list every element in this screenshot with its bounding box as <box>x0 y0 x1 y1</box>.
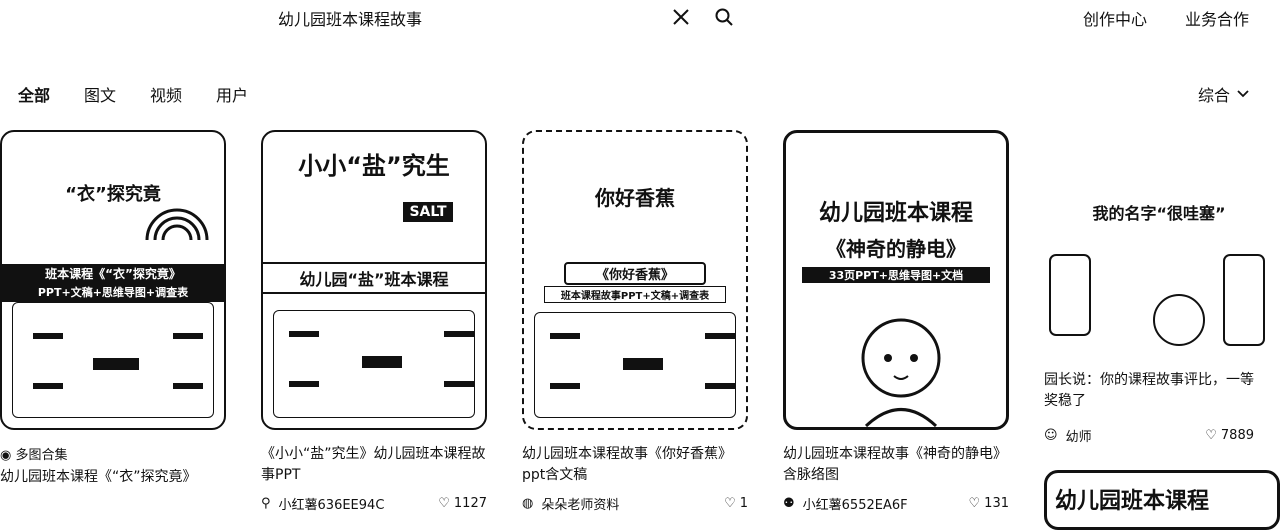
character-illustrations <box>1049 254 1265 346</box>
note-card[interactable]: 小小“盐”究生 SALT 幼儿园“盐”班本课程 《小小“盐”究生》幼儿园班本课程… <box>261 130 487 513</box>
close-icon[interactable] <box>672 8 690 26</box>
like-count: 131 <box>984 496 1009 511</box>
mind-map-illustration <box>12 302 214 418</box>
search-input[interactable]: 幼儿园班本课程故事 <box>278 6 422 30</box>
poster-text: 你好香蕉 <box>595 186 675 210</box>
like-count: 1127 <box>453 496 487 511</box>
card-title[interactable]: 幼儿园班本课程故事《你好香蕉》ppt含文稿 <box>522 444 748 486</box>
avatar: ⚉ <box>783 496 795 511</box>
heart-icon: ♡ <box>1205 428 1217 443</box>
card-title[interactable]: 幼儿园班本课程故事《神奇的静电》含脉络图 <box>783 444 1009 486</box>
card-meta: ◉ 多图合集 <box>0 444 226 463</box>
sort-label: 综合 <box>1198 86 1231 105</box>
mind-map-illustration <box>273 310 475 418</box>
card-cover-image[interactable]: 小小“盐”究生 SALT 幼儿园“盐”班本课程 <box>261 130 487 430</box>
card-footer: ⚲ 小红薯636EE94C ♡ 1127 <box>261 494 487 513</box>
poster-text: 小小“盐”究生 <box>298 152 450 180</box>
avatar: ☺ <box>1044 428 1058 443</box>
like-button[interactable]: ♡ 1 <box>724 496 748 511</box>
note-card[interactable]: “衣”探究竟 班本课程《“衣”探究竟》 PPT+文稿+思维导图+调查表 ◉ 多图… <box>0 130 226 488</box>
like-count: 7889 <box>1220 428 1254 443</box>
card-cover-image[interactable]: 你好香蕉 《你好香蕉》 班本课程故事PPT+文稿+调查表 <box>522 130 748 430</box>
like-button[interactable]: ♡ 131 <box>969 496 1009 511</box>
author-name: 朵朵老师资料 <box>541 498 620 513</box>
card-footer: ⚉ 小红薯6552EA6F ♡ 131 <box>783 494 1009 513</box>
card-cover-image[interactable]: 幼儿园班本课程 《神奇的静电》 33页PPT+思维导图+文档 <box>783 130 1009 430</box>
like-button[interactable]: ♡ 7889 <box>1205 428 1254 443</box>
note-card[interactable]: 我的名字“很哇塞” 园长说：你的课程故事评比，一等奖稳了 ☺ 幼师 ♡ 7889 <box>1044 130 1274 445</box>
girl-illustration <box>861 318 941 427</box>
multi-image-icon: ◉ <box>0 448 12 463</box>
author[interactable]: ⚉ 小红薯6552EA6F <box>783 494 908 513</box>
top-bar: 幼儿园班本课程故事 创作中心 业务合作 <box>0 0 1280 40</box>
filter-tabs: 全部 图文 视频 用户 <box>18 82 248 106</box>
author[interactable]: ◍ 朵朵老师资料 <box>522 494 619 513</box>
avatar: ⚲ <box>261 496 271 511</box>
card-cover-image[interactable]: “衣”探究竟 班本课程《“衣”探究竟》 PPT+文稿+思维导图+调查表 <box>0 130 226 430</box>
tab-video[interactable]: 视频 <box>150 82 182 106</box>
card-cover-image[interactable]: 我的名字“很哇塞” <box>1044 130 1274 352</box>
poster-text: 幼儿园班本课程 <box>1055 489 1210 514</box>
tab-users[interactable]: 用户 <box>216 82 248 106</box>
poster-text: 《你好香蕉》 <box>564 262 706 285</box>
search-icon[interactable] <box>714 7 734 27</box>
heart-icon: ♡ <box>724 496 736 511</box>
like-count: 1 <box>739 496 748 511</box>
card-title[interactable]: 《小小“盐”究生》幼儿园班本课程故事PPT <box>261 444 487 486</box>
author[interactable]: ☺ 幼师 <box>1044 426 1092 445</box>
author-name: 小红薯636EE94C <box>278 498 385 513</box>
note-card-partial[interactable]: 幼儿园班本课程 <box>1044 470 1280 530</box>
heart-icon: ♡ <box>438 496 450 511</box>
business-cooperation-link[interactable]: 业务合作 <box>1185 6 1249 30</box>
note-card[interactable]: 幼儿园班本课程 《神奇的静电》 33页PPT+思维导图+文档 幼儿园班本课程故事… <box>783 130 1009 513</box>
card-footer: ◍ 朵朵老师资料 ♡ 1 <box>522 494 748 513</box>
heart-icon: ♡ <box>968 496 981 511</box>
poster-text: PPT+文稿+思维导图+调查表 <box>2 284 224 302</box>
tab-image-text[interactable]: 图文 <box>84 82 116 106</box>
creator-center-link[interactable]: 创作中心 <box>1083 6 1147 30</box>
author-name: 幼师 <box>1065 430 1092 445</box>
author[interactable]: ⚲ 小红薯636EE94C <box>261 494 384 513</box>
poster-text: 班本课程故事PPT+文稿+调查表 <box>544 286 726 303</box>
poster-text: 班本课程《“衣”探究竟》 <box>2 264 224 284</box>
like-button[interactable]: ♡ 1127 <box>438 496 487 511</box>
mind-map-illustration <box>534 312 736 418</box>
avatar: ◍ <box>522 496 534 511</box>
note-card[interactable]: 你好香蕉 《你好香蕉》 班本课程故事PPT+文稿+调查表 幼儿园班本课程故事《你… <box>522 130 748 513</box>
card-meta-label: 多图合集 <box>15 448 68 463</box>
poster-text: 幼儿园“盐”班本课程 <box>263 262 485 294</box>
poster-text: SALT <box>403 202 453 222</box>
author-name: 小红薯6552EA6F <box>802 498 908 513</box>
rainbow-illustration <box>145 208 209 241</box>
poster-text: 《神奇的静电》 <box>826 237 966 261</box>
card-title[interactable]: 幼儿园班本课程《“衣”探究竟》 <box>0 467 226 488</box>
tab-all[interactable]: 全部 <box>18 82 50 106</box>
card-title[interactable]: 园长说：你的课程故事评比，一等奖稳了 <box>1044 370 1254 412</box>
poster-text: 我的名字“很哇塞” <box>1092 204 1226 223</box>
poster-text: 幼儿园班本课程 <box>818 201 973 226</box>
card-footer: ☺ 幼师 ♡ 7889 <box>1044 426 1254 445</box>
chevron-down-icon <box>1236 85 1250 104</box>
sort-dropdown[interactable]: 综合 <box>1198 82 1250 106</box>
poster-text: 33页PPT+思维导图+文档 <box>802 267 990 283</box>
